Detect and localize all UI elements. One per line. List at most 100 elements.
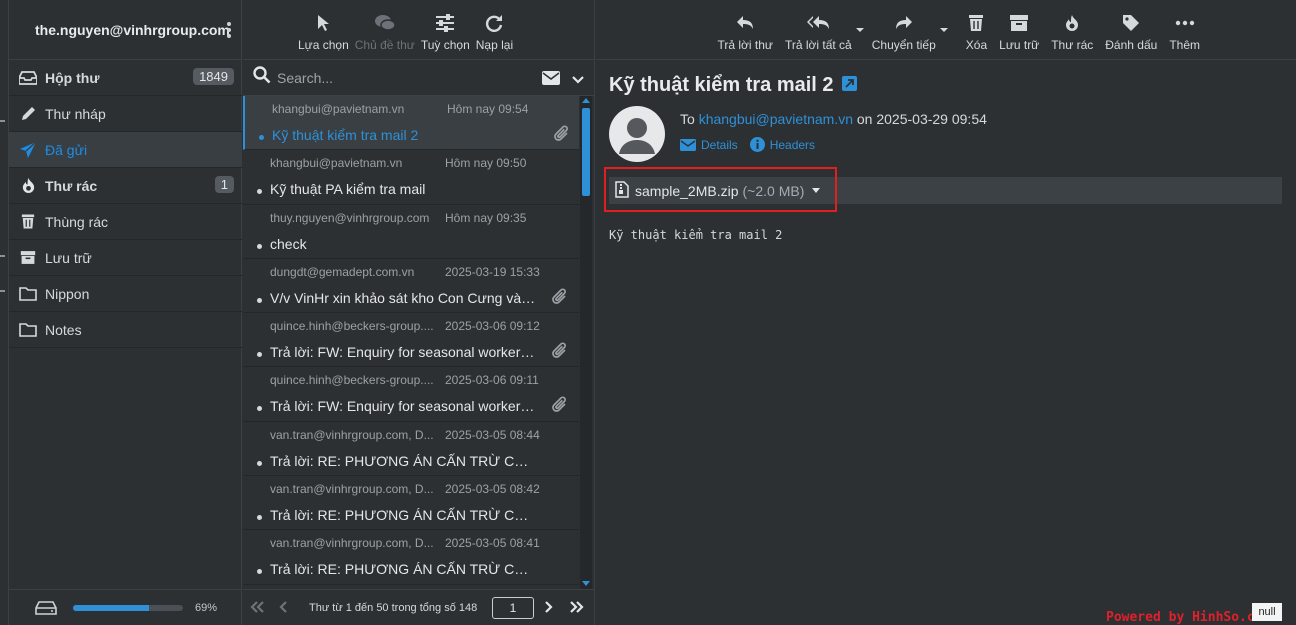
message-toolbar: Trả lời thư Trả lời tất cả Chuyển tiếp X… <box>596 0 1296 60</box>
cursor-icon <box>318 15 330 31</box>
message-row[interactable]: van.tran@vinhrgroup.com, D... 2025-03-05 … <box>243 476 579 531</box>
message-subject: Trả lời: RE: PHƯƠNG ÁN CẤN TRỪ CÔNG ... <box>270 452 538 469</box>
pencil-icon <box>19 105 37 123</box>
archive-icon <box>19 249 37 267</box>
account-menu-icon[interactable] <box>227 22 233 40</box>
message-subject: Trả lời: RE: PHƯƠNG ÁN CẤN TRỪ CÔNG ... <box>270 561 538 578</box>
refresh-button[interactable]: Nạp lại <box>473 0 516 60</box>
recipient-link[interactable]: khangbui@pavietnam.vn <box>699 111 853 127</box>
reply-all-label: Trả lời tất cả <box>784 38 852 52</box>
message-row[interactable]: khangbui@pavietnam.vn Hôm nay 09:54 Kỹ thu… <box>243 96 579 151</box>
folder-item[interactable]: Thùng rác <box>9 204 242 240</box>
reply-label: Trả lời thư <box>717 38 773 52</box>
message-list-panel: Lựa chọn Chủ đề thư Tuỳ chọn Nạp lại Sea… <box>243 0 595 625</box>
envelope-icon <box>680 138 696 151</box>
quota-percent: 69% <box>195 602 218 614</box>
mark-button[interactable]: Đánh dấu <box>1099 0 1163 60</box>
pagination-text: Thư từ 1 đến 50 trong tổng số 148 <box>309 602 478 614</box>
folder-item[interactable]: Thư nháp <box>9 96 242 132</box>
folder-item[interactable]: Notes <box>9 312 242 348</box>
watermark-box: null <box>1252 603 1282 621</box>
folder-item[interactable]: Thư rác 1 <box>9 168 242 204</box>
message-subject: Kỹ thuật kiểm tra mail 2 <box>272 127 419 143</box>
message-sender: van.tran@vinhrgroup.com, D... <box>270 536 434 551</box>
message-row[interactable]: thuy.nguyen@vinhrgroup.com Hôm nay 09:35 c… <box>243 205 579 259</box>
forward-button[interactable]: Chuyển tiếp <box>866 0 948 60</box>
message-sender: khangbui@pavietnam.vn <box>270 156 403 171</box>
message-sender: van.tran@vinhrgroup.com, D... <box>270 427 434 442</box>
more-button[interactable]: Thêm <box>1163 0 1206 60</box>
message-date: 2025-03-05 08:41 <box>445 536 540 551</box>
folder-label: Lưu trữ <box>45 249 92 266</box>
message-date: 2025-03-06 09:11 <box>445 373 539 388</box>
scroll-down-arrow[interactable] <box>582 581 590 586</box>
refresh-icon <box>486 15 503 32</box>
message-header-line: To khangbui@pavietnam.vn on 2025-03-29 0… <box>680 111 987 127</box>
previous-page-icon[interactable] <box>279 600 289 617</box>
folder-item[interactable]: Hộp thư 1849 <box>9 60 242 96</box>
search-icon[interactable] <box>253 66 271 89</box>
reply-button[interactable]: Trả lời thư <box>711 0 778 60</box>
select-button[interactable]: Lựa chọn <box>295 0 352 60</box>
folder-label: Thư nháp <box>45 105 106 122</box>
folder-item[interactable]: Lưu trữ <box>9 240 242 276</box>
scroll-up-arrow[interactable] <box>582 98 590 103</box>
reply-all-button[interactable]: Trả lời tất cả <box>779 0 864 60</box>
folder-item[interactable]: Nippon <box>9 276 242 312</box>
reply-all-icon <box>807 16 830 29</box>
forward-dropdown-icon[interactable] <box>939 28 948 32</box>
message-subject: check <box>270 235 307 252</box>
spam-button[interactable]: Thư rác <box>1045 0 1099 60</box>
reply-all-dropdown-icon[interactable] <box>855 28 864 32</box>
message-row[interactable]: van.tran@vinhrgroup.com, D... 2025-03-05 … <box>243 422 579 477</box>
refresh-label: Nạp lại <box>475 38 514 52</box>
more-label: Thêm <box>1169 38 1200 52</box>
threads-button[interactable]: Chủ đề thư <box>352 0 418 60</box>
message-sender: thuy.nguyen@vinhrgroup.com <box>270 210 430 225</box>
message-subject: Kỹ thuật kiểm tra mail 2 <box>609 74 857 97</box>
scroll-thumb[interactable] <box>582 108 590 196</box>
first-page-icon[interactable] <box>249 600 265 617</box>
message-row[interactable]: khangbui@pavietnam.vn Hôm nay 09:50 Kỹ thu… <box>243 150 579 205</box>
chevron-down-icon[interactable] <box>572 72 584 90</box>
unread-dot-icon <box>257 189 262 195</box>
next-page-icon[interactable] <box>543 600 553 617</box>
details-label: Details <box>701 137 738 152</box>
search-bar <box>243 60 594 96</box>
last-page-icon[interactable] <box>569 600 585 617</box>
folder-icon <box>19 285 37 303</box>
message-row[interactable]: quince.hinh@beckers-group.... 2025-03-06 … <box>243 367 579 422</box>
more-icon <box>1175 20 1194 26</box>
open-in-new-window-icon[interactable] <box>841 74 857 97</box>
paperclip-icon <box>552 342 568 365</box>
message-row[interactable]: quince.hinh@beckers-group.... 2025-03-06 … <box>243 313 579 368</box>
details-link[interactable]: Details <box>680 138 738 152</box>
reply-icon <box>737 16 754 29</box>
spam-label: Thư rác <box>1051 38 1094 52</box>
attachment-highlight-box <box>604 167 837 212</box>
unread-dot-icon <box>257 352 262 358</box>
storage-quota: 69% <box>9 589 242 625</box>
options-button[interactable]: Tuỳ chọn <box>418 0 473 60</box>
pagination-bar: Thư từ 1 đến 50 trong tổng số 148 <box>243 589 595 625</box>
page-number-input[interactable] <box>492 597 534 619</box>
search-input[interactable] <box>277 69 517 86</box>
trash-icon <box>19 213 37 231</box>
message-subject-text: Kỹ thuật kiểm tra mail 2 <box>609 74 834 96</box>
envelope-filter-icon[interactable] <box>542 71 560 90</box>
unread-dot-icon <box>257 569 262 575</box>
message-row[interactable]: dungdt@gemadept.com.vn 2025-03-19 15:33 V/… <box>243 259 579 314</box>
archive-button[interactable]: Lưu trữ <box>993 0 1045 60</box>
message-row[interactable]: van.tran@vinhrgroup.com, D... 2025-03-05 … <box>243 530 579 585</box>
folder-icon <box>19 321 37 339</box>
delete-button[interactable]: Xóa <box>960 0 993 60</box>
folder-item[interactable]: Đã gửi <box>9 132 242 168</box>
unread-dot-icon <box>257 297 262 303</box>
folder-label: Notes <box>45 321 82 338</box>
headers-link[interactable]: Headers <box>749 137 815 152</box>
inbox-icon <box>19 69 37 87</box>
message-list-scrollbar[interactable] <box>580 96 592 589</box>
message-date: Hôm nay 09:35 <box>445 210 527 225</box>
trash-icon <box>969 15 984 31</box>
message-subject: Trả lời: FW: Enquiry for seasonal worker… <box>270 398 538 415</box>
